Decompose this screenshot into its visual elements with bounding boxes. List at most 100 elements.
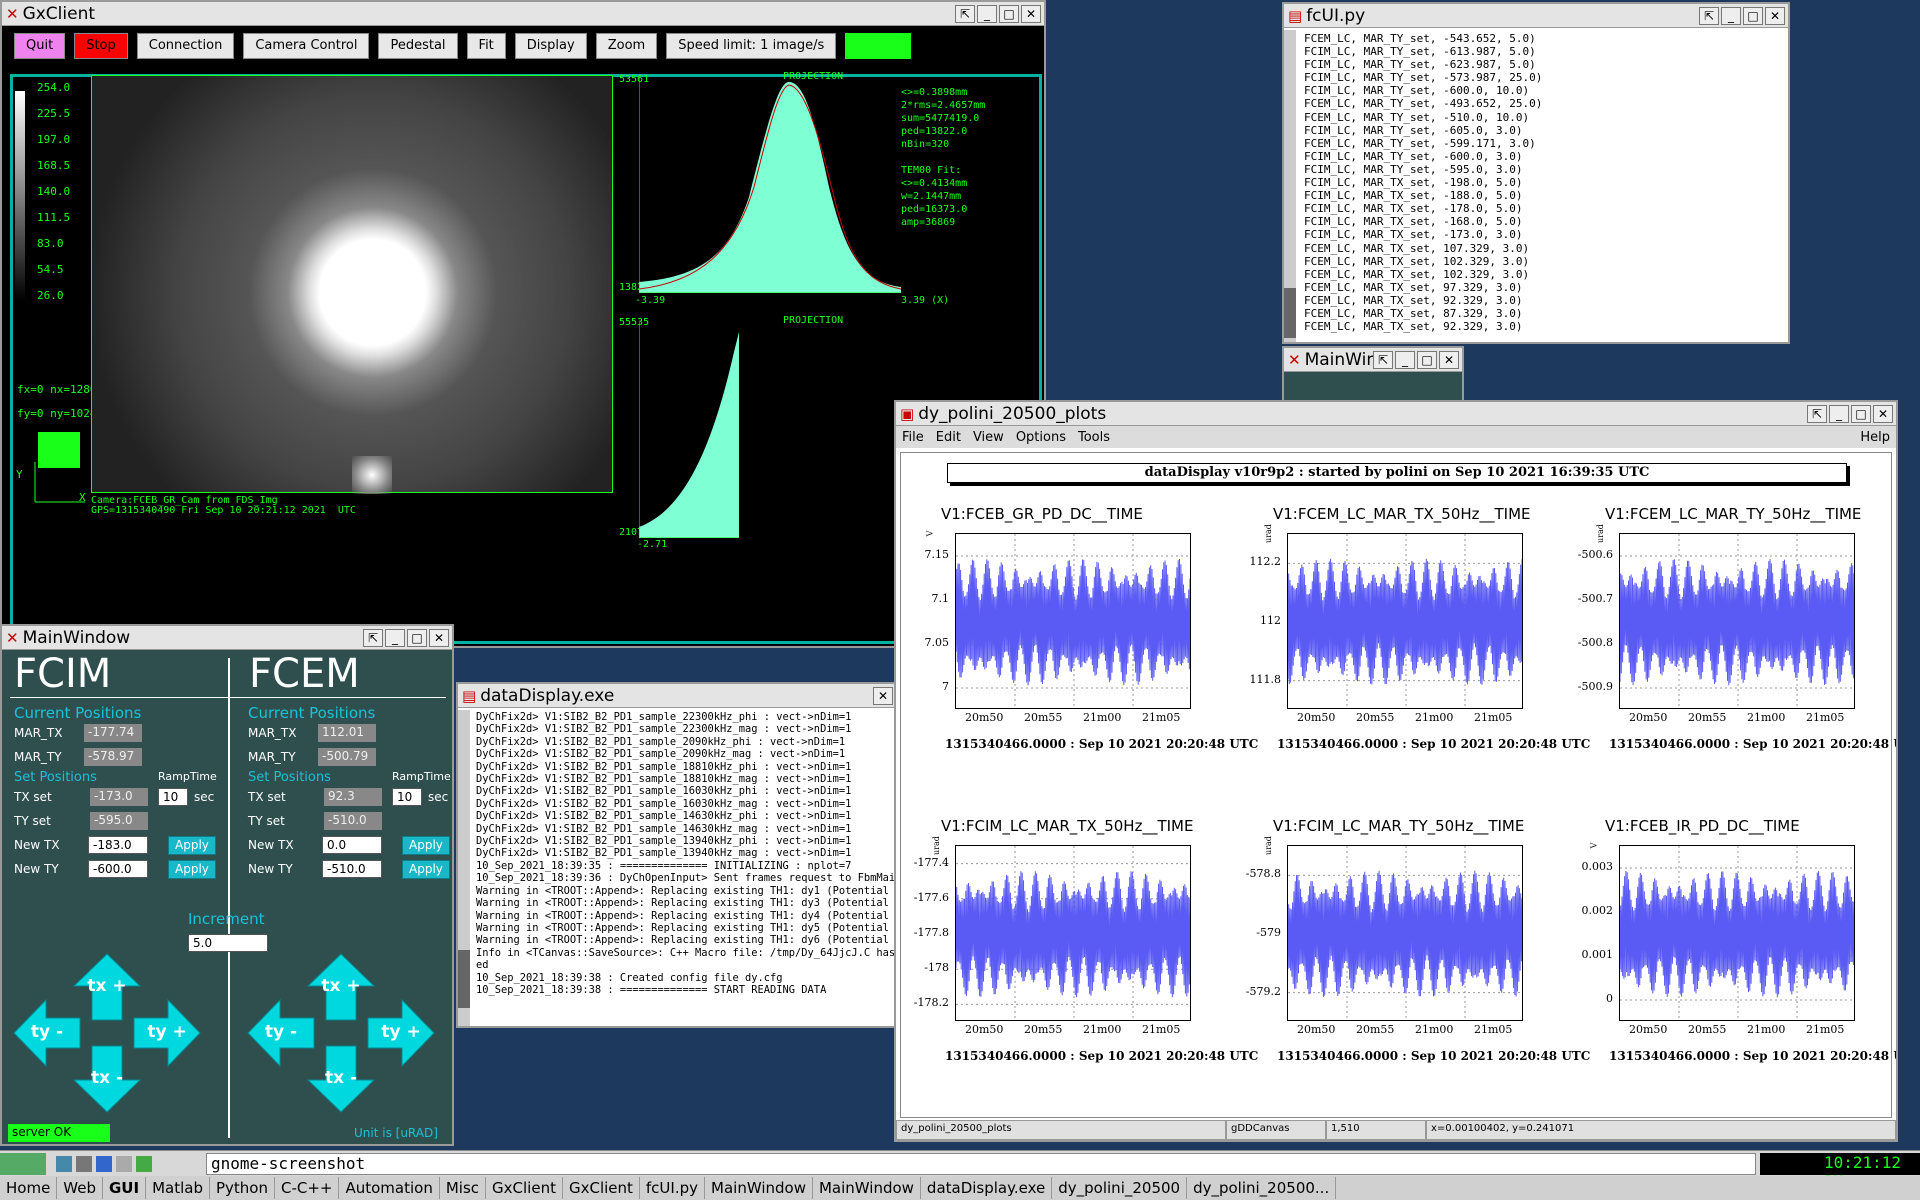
ty-plus-button[interactable]: ty + [132, 998, 202, 1068]
plot-canvas[interactable]: dataDisplay v10r9p2 : started by polini … [900, 452, 1896, 1118]
pin-icon[interactable]: ⇱ [955, 4, 975, 23]
quit-button[interactable]: Quit [14, 32, 66, 59]
close-icon[interactable]: ✕ [873, 686, 893, 705]
task-button[interactable]: GxClient [486, 1177, 563, 1199]
zoom-button[interactable]: Zoom [595, 32, 658, 59]
stop-button[interactable]: Stop [74, 32, 128, 59]
plot-area[interactable] [1619, 533, 1855, 709]
workspace-button[interactable]: Web [57, 1177, 103, 1199]
ty-minus-button[interactable]: ty - [12, 998, 82, 1068]
camera-display[interactable]: fx=0 nx=1280 fy=0 ny=1024 Y X Camera:FCE… [10, 71, 1042, 644]
apply-ty-button[interactable]: Apply [168, 860, 216, 879]
pedestal-button[interactable]: Pedestal [378, 32, 458, 59]
pin-icon[interactable]: ⇱ [1373, 350, 1393, 369]
minimize-icon[interactable]: _ [1395, 350, 1415, 369]
task-button[interactable]: fcUI.py [640, 1177, 706, 1199]
workspace-button[interactable]: Python [210, 1177, 275, 1199]
apply-ty-button[interactable]: Apply [402, 860, 450, 879]
close-icon[interactable]: ✕ [1439, 350, 1459, 369]
maximize-icon[interactable]: □ [1851, 404, 1871, 423]
increment-spinbox[interactable]: 5.0 [188, 934, 268, 952]
scrollbar[interactable] [458, 710, 470, 1026]
plot-area[interactable] [1619, 845, 1855, 1021]
display-button[interactable]: Display [514, 32, 587, 59]
close-icon[interactable]: ✕ [1021, 4, 1041, 23]
task-button[interactable]: dy_polini_20500... [1187, 1177, 1337, 1199]
apply-tx-button[interactable]: Apply [402, 836, 450, 855]
speed-limit-button[interactable]: Speed limit: 1 image/s [666, 32, 837, 59]
close-icon[interactable]: ✕ [429, 628, 449, 647]
workspace-button[interactable]: GUI [103, 1177, 147, 1199]
minimize-icon[interactable]: _ [1721, 6, 1741, 25]
ramptime-input[interactable]: 10 [158, 788, 188, 806]
plot-area[interactable] [955, 845, 1191, 1021]
ty-plus-button[interactable]: ty + [366, 998, 436, 1068]
new-tx-input[interactable]: 0.0 [322, 836, 382, 854]
beam-image[interactable] [91, 75, 613, 494]
title-bar[interactable]: ▤ dataDisplay.exe ✕ [458, 684, 896, 708]
plot-area[interactable] [1287, 533, 1523, 709]
menu-file[interactable]: File [902, 430, 924, 445]
ty-minus-button[interactable]: ty - [246, 998, 316, 1068]
minimize-icon[interactable]: _ [1829, 404, 1849, 423]
connection-button[interactable]: Connection [136, 32, 235, 59]
workspace-button[interactable]: Home [0, 1177, 58, 1199]
maximize-icon[interactable]: □ [1417, 350, 1437, 369]
fit-button[interactable]: Fit [466, 32, 506, 59]
app-icon[interactable] [56, 1155, 72, 1172]
scrollbar[interactable] [1284, 30, 1296, 342]
maximize-icon[interactable]: □ [999, 4, 1019, 23]
title-bar[interactable]: ✕MainWindow ⇱_□✕ [1284, 348, 1462, 372]
new-ty-input[interactable]: -510.0 [322, 860, 382, 878]
workspace-button[interactable]: Misc [440, 1177, 487, 1199]
terminal-line: FCEM_LC, MAR_TX_set, 102.329, 3.0) [1304, 254, 1530, 268]
task-button[interactable]: GxClient [563, 1177, 640, 1199]
browser-icon[interactable] [96, 1155, 112, 1172]
task-button[interactable]: dy_polini_20500 [1052, 1177, 1188, 1199]
terminal-line: FCIM_LC, MAR_TY_set, -595.0, 3.0) [1304, 162, 1523, 176]
scrollbar-thumb[interactable] [1284, 288, 1296, 338]
camera-control-button[interactable]: Camera Control [243, 32, 370, 59]
menu-view[interactable]: View [973, 430, 1004, 445]
plot-area[interactable] [955, 533, 1191, 709]
menu-edit[interactable]: Edit [936, 430, 961, 445]
terminal-line: 10_Sep_2021_18:39:38 : ============== ST… [476, 983, 827, 996]
task-button[interactable]: dataDisplay.exe [921, 1177, 1053, 1199]
minimize-icon[interactable]: _ [385, 628, 405, 647]
apply-tx-button[interactable]: Apply [168, 836, 216, 855]
set-positions-label: Set Positions [14, 770, 97, 785]
new-tx-input[interactable]: -183.0 [88, 836, 148, 854]
menu-options[interactable]: Options [1016, 430, 1066, 445]
workspace-button[interactable]: C-C++ [275, 1177, 340, 1199]
scrollbar-thumb[interactable] [458, 950, 470, 1008]
command-input[interactable]: gnome-screenshot [206, 1152, 1756, 1175]
workspace-button[interactable]: Automation [339, 1177, 440, 1199]
settings-icon[interactable] [76, 1155, 92, 1172]
maximize-icon[interactable]: □ [1743, 6, 1763, 25]
pin-icon[interactable]: ⇱ [1699, 6, 1719, 25]
title-bar[interactable]: ▣ dy_polini_20500_plots ⇱ _ □ ✕ [896, 402, 1896, 426]
title-bar[interactable]: ✕ GxClient ⇱ _ □ ✕ [2, 2, 1044, 26]
pin-icon[interactable]: ⇱ [363, 628, 383, 647]
menu-help[interactable]: Help [1860, 430, 1890, 445]
workspace-button[interactable]: Matlab [146, 1177, 210, 1199]
close-icon[interactable]: ✕ [1873, 404, 1893, 423]
minimize-icon[interactable]: _ [977, 4, 997, 23]
title-bar[interactable]: ✕MainWindow ⇱_□✕ [2, 626, 452, 650]
close-icon[interactable]: ✕ [1765, 6, 1785, 25]
new-ty-input[interactable]: -600.0 [88, 860, 148, 878]
y-axis-label: Y [16, 468, 23, 481]
ramptime-input[interactable]: 10 [392, 788, 422, 806]
menu-tools[interactable]: Tools [1078, 430, 1110, 445]
plot-title: V1:FCIM_LC_MAR_TX_50Hz__TIME [941, 817, 1194, 835]
editor-icon[interactable] [136, 1155, 152, 1172]
pin-icon[interactable]: ⇱ [1807, 404, 1827, 423]
task-button[interactable]: MainWindow [813, 1177, 921, 1199]
task-button[interactable]: MainWindow [705, 1177, 813, 1199]
maximize-icon[interactable]: □ [407, 628, 427, 647]
current-positions-label: Current Positions [14, 704, 142, 722]
title-bar[interactable]: ▤ fcUI.py ⇱ _ □ ✕ [1284, 4, 1788, 28]
launcher-icon[interactable] [0, 1152, 46, 1175]
file-icon[interactable] [116, 1155, 132, 1172]
plot-area[interactable] [1287, 845, 1523, 1021]
